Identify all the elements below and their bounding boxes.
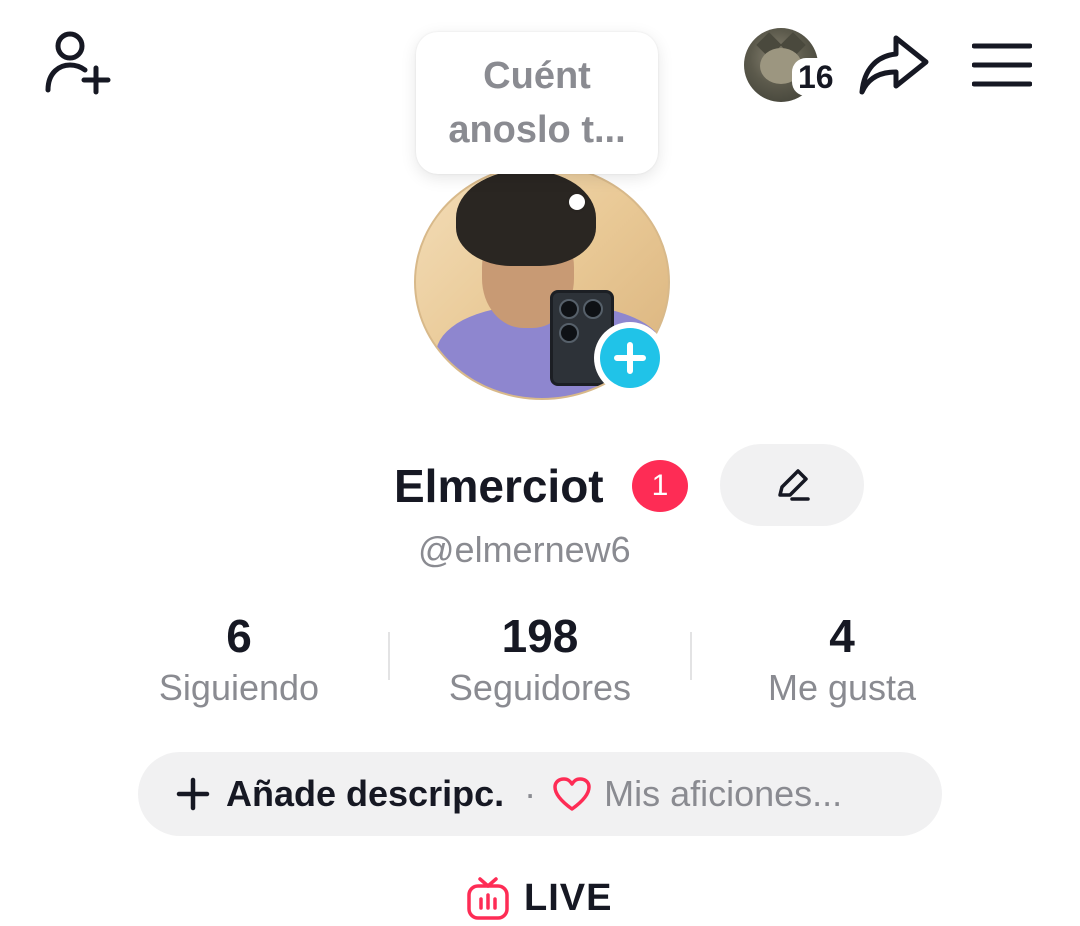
stat-value: 4	[829, 610, 855, 662]
add-description-button[interactable]: Añade descripc.	[226, 773, 504, 815]
stat-followers[interactable]: 198 Seguidores	[390, 608, 690, 710]
stat-label: Seguidores	[448, 667, 632, 708]
share-button[interactable]	[856, 32, 932, 98]
plus-icon	[176, 777, 210, 811]
add-friend-button[interactable]	[38, 28, 118, 100]
display-name: Elmerciot	[394, 460, 604, 512]
hamburger-menu-icon	[971, 43, 1033, 87]
plus-icon	[614, 342, 646, 374]
stat-following[interactable]: 6 Siguiendo	[89, 608, 389, 710]
heart-icon	[553, 777, 591, 811]
bio-pill: Añade descripc. · Mis aficiones...	[138, 752, 942, 836]
note-bubble[interactable]: Cuént anoslo t...	[416, 32, 658, 174]
hobbies-button[interactable]: Mis aficiones...	[604, 773, 842, 815]
edit-profile-button[interactable]	[720, 444, 864, 526]
note-bubble-text: Cuént anoslo t...	[448, 55, 626, 151]
live-tv-icon	[467, 877, 509, 920]
menu-button[interactable]	[971, 42, 1033, 88]
pencil-icon	[778, 469, 810, 501]
add-friend-icon	[45, 31, 111, 95]
live-button[interactable]: LIVE	[466, 874, 612, 922]
stat-value: 198	[501, 610, 579, 662]
stat-label: Siguiendo	[158, 667, 320, 708]
note-bubble-tail	[569, 194, 585, 210]
stat-value: 6	[226, 610, 252, 662]
live-label: LIVE	[524, 877, 613, 919]
name-notification-badge: 1	[632, 460, 688, 512]
stat-likes[interactable]: 4 Me gusta	[692, 608, 992, 710]
stat-label: Me gusta	[767, 667, 917, 708]
add-story-button[interactable]	[594, 322, 666, 394]
share-icon	[859, 35, 929, 95]
username-handle: @elmernew6	[418, 529, 631, 570]
notification-count-badge: 16	[792, 58, 840, 96]
bio-separator: ·	[524, 773, 537, 814]
